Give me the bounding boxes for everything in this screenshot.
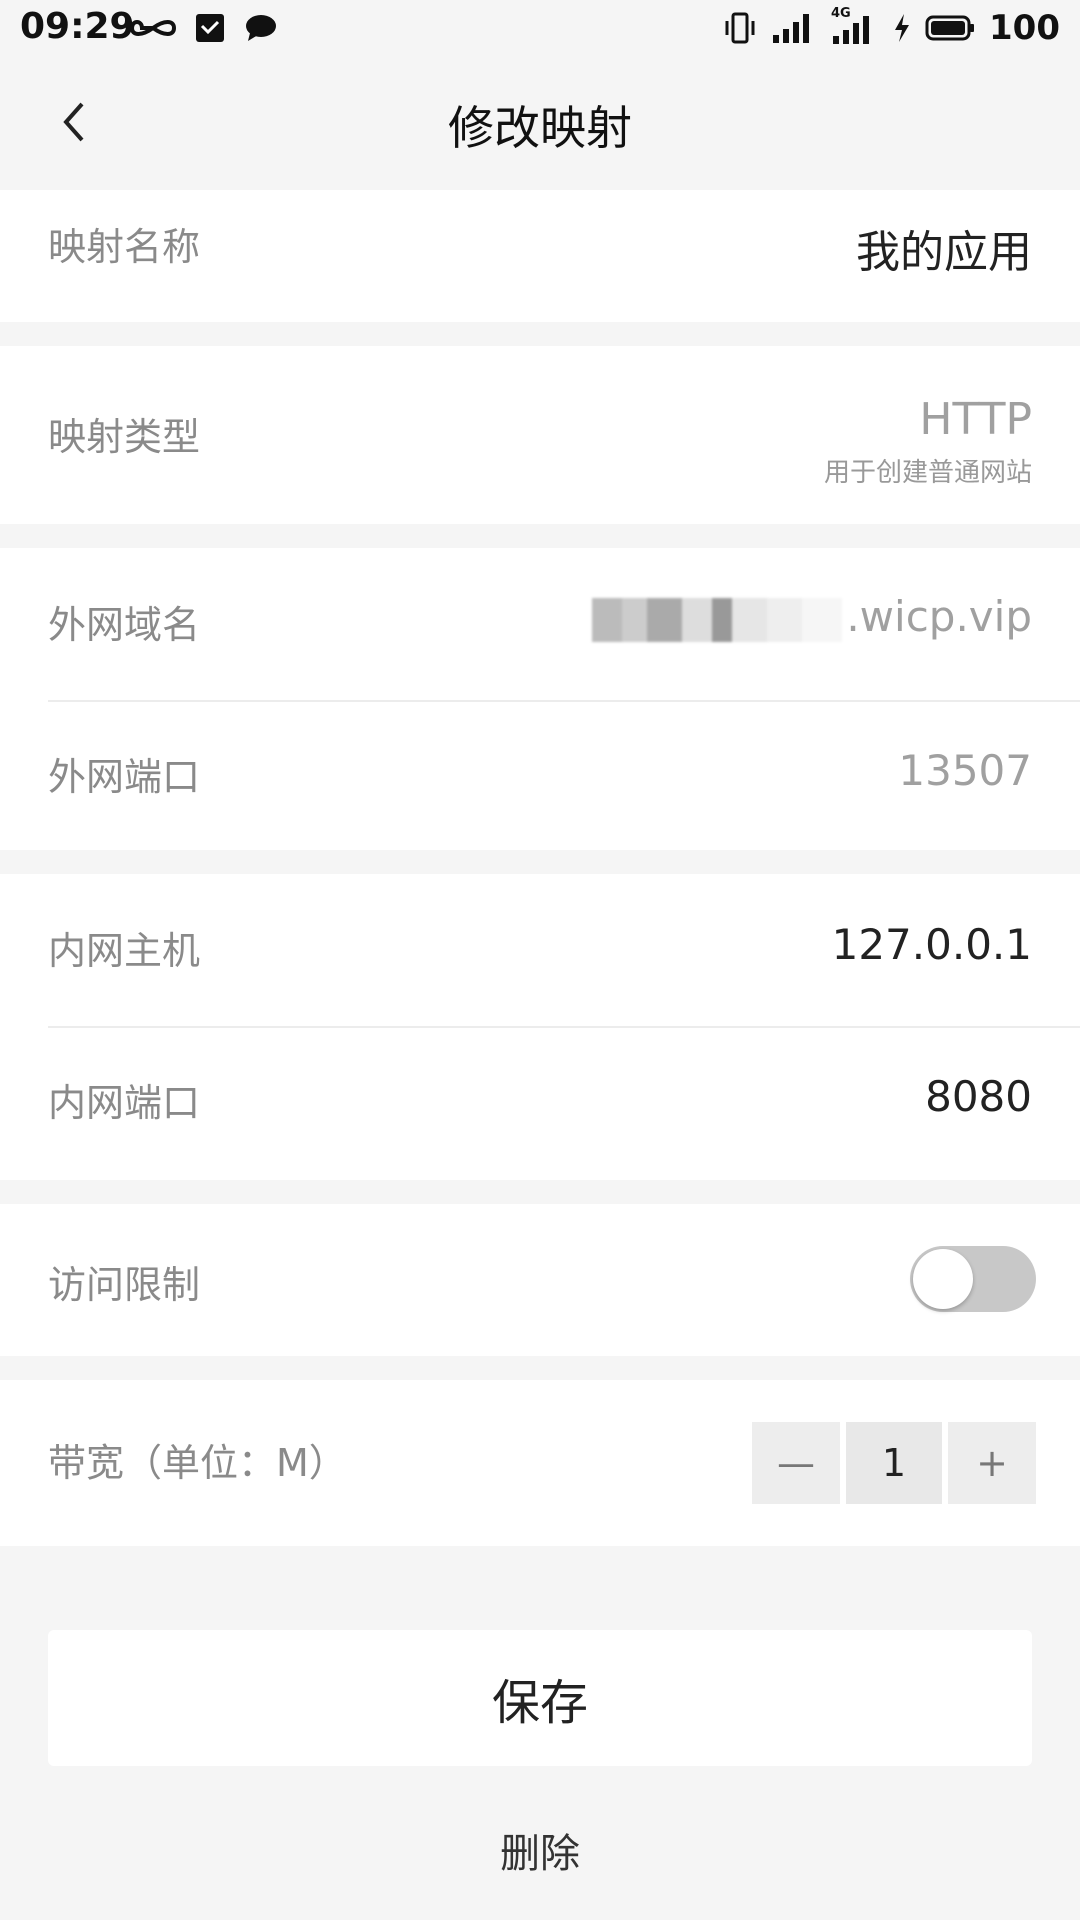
signal-icon — [773, 14, 810, 43]
section-mapping-type: 映射类型 HTTP 用于创建普通网站 — [0, 346, 1080, 524]
battery-icon — [925, 15, 975, 41]
delete-button[interactable]: 删除 — [0, 1800, 1080, 1900]
bandwidth-decrement-button[interactable]: — — [752, 1422, 840, 1504]
external-domain-value: .wicp.vip — [592, 592, 1032, 642]
bandwidth-stepper: — 1 + — [752, 1422, 1036, 1504]
internal-port-value[interactable]: 8080 — [925, 1072, 1032, 1121]
message-icon — [246, 15, 276, 41]
save-button[interactable]: 保存 — [48, 1630, 1032, 1766]
bandwidth-label: 带宽（单位：M） — [48, 1441, 347, 1485]
section-external: 外网域名 .wicp.vip 外网端口 13507 — [0, 548, 1080, 850]
external-domain-suffix: .wicp.vip — [846, 592, 1032, 641]
row-mapping-type[interactable]: 映射类型 HTTP 用于创建普通网站 — [0, 346, 1080, 524]
signal-4g-icon: 4G — [829, 6, 879, 46]
battery-level: 100 — [989, 8, 1060, 48]
bandwidth-value[interactable]: 1 — [846, 1422, 942, 1504]
access-limit-label: 访问限制 — [48, 1263, 201, 1307]
notification-icon — [196, 14, 224, 42]
external-domain-label: 外网域名 — [48, 603, 201, 647]
page-title: 修改映射 — [448, 101, 632, 155]
vibrate-icon — [725, 12, 755, 44]
section-access-limit: 访问限制 — [0, 1204, 1080, 1356]
internal-host-value[interactable]: 127.0.0.1 — [832, 920, 1032, 969]
status-time: 09:29 — [20, 6, 135, 47]
access-limit-toggle[interactable] — [910, 1246, 1036, 1312]
row-access-limit: 访问限制 — [0, 1204, 1080, 1356]
redacted-subdomain — [592, 597, 843, 642]
section-bandwidth: 带宽（单位：M） — 1 + — [0, 1380, 1080, 1546]
external-port-label: 外网端口 — [48, 755, 201, 799]
status-bar: 09:29 4G 100 — [0, 0, 1080, 60]
section-mapping-name: 映射名称 我的应用 — [0, 190, 1080, 322]
toggle-knob — [913, 1249, 973, 1309]
infinity-icon — [130, 20, 176, 36]
external-port-value: 13507 — [898, 746, 1032, 795]
row-external-port: 外网端口 13507 — [0, 702, 1080, 850]
internal-host-label: 内网主机 — [48, 929, 201, 973]
mapping-name-label: 映射名称 — [48, 225, 201, 269]
mapping-type-label: 映射类型 — [48, 415, 201, 459]
row-bandwidth: 带宽（单位：M） — 1 + — [0, 1380, 1080, 1546]
mapping-name-value[interactable]: 我的应用 — [856, 216, 1032, 280]
row-external-domain: 外网域名 .wicp.vip — [0, 548, 1080, 700]
mapping-type-description: 用于创建普通网站 — [823, 458, 1032, 488]
nav-bar: 修改映射 — [0, 60, 1080, 184]
status-right-icons: 4G 100 — [723, 6, 1060, 48]
row-internal-port[interactable]: 内网端口 8080 — [0, 1028, 1080, 1180]
bandwidth-increment-button[interactable]: + — [948, 1422, 1036, 1504]
status-left-icons — [130, 12, 278, 44]
internal-port-label: 内网端口 — [48, 1081, 201, 1125]
section-internal: 内网主机 127.0.0.1 内网端口 8080 — [0, 874, 1080, 1180]
charging-icon — [895, 14, 910, 42]
row-internal-host[interactable]: 内网主机 127.0.0.1 — [0, 874, 1080, 1026]
row-mapping-name[interactable]: 映射名称 我的应用 — [0, 190, 1080, 322]
mapping-type-value: HTTP — [919, 394, 1032, 445]
